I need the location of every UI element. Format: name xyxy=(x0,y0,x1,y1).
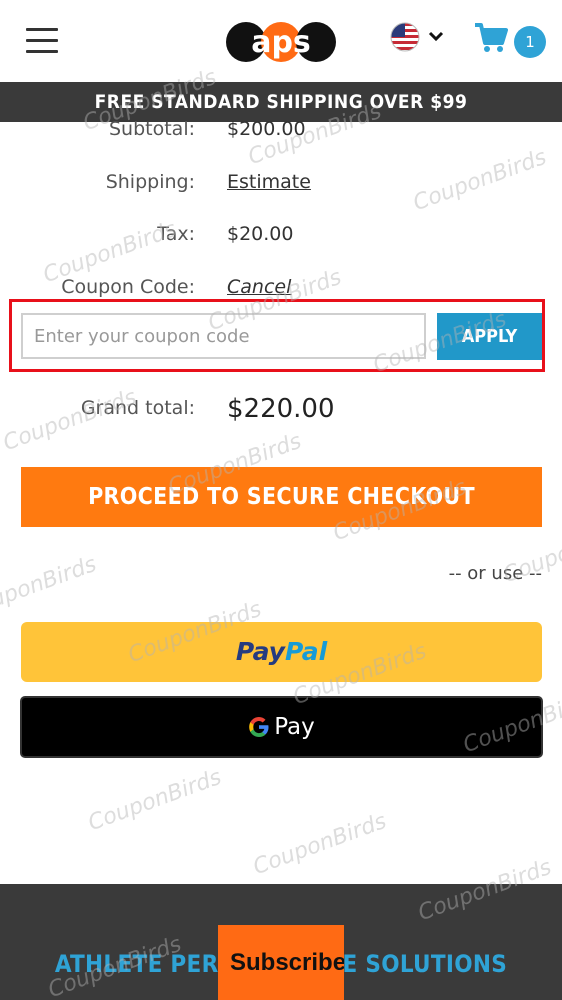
watermark-text: CouponBirds xyxy=(0,551,100,624)
google-pay-button[interactable]: Pay xyxy=(20,696,543,758)
grand-total-label: Grand total: xyxy=(80,397,195,419)
locale-selector[interactable] xyxy=(390,22,448,52)
grand-total-row: Grand total: $220.00 xyxy=(0,393,562,427)
cart-icon[interactable] xyxy=(474,22,508,54)
subtotal-label: Subtotal: xyxy=(108,118,195,140)
coupon-code-input[interactable] xyxy=(21,313,426,359)
subtotal-row: Subtotal: $200.00 xyxy=(0,114,562,144)
tax-label: Tax: xyxy=(157,223,195,245)
aps-logo[interactable]: aps xyxy=(226,18,336,66)
tax-row: Tax: $20.00 xyxy=(0,219,562,249)
subtotal-value: $200.00 xyxy=(227,118,306,140)
grand-total-value: $220.00 xyxy=(227,394,335,424)
header: aps 1 xyxy=(0,0,562,82)
google-g-icon xyxy=(249,717,269,737)
watermark-text: CouponBirds xyxy=(249,808,390,881)
coupon-cancel-link[interactable]: Cancel xyxy=(227,272,291,302)
apply-coupon-button[interactable]: APPLY xyxy=(437,313,542,360)
chevron-down-icon xyxy=(428,31,444,42)
google-pay-label: Pay xyxy=(274,714,315,740)
paypal-button[interactable]: PayPal xyxy=(21,622,542,682)
shipping-row: Shipping: Estimate xyxy=(0,167,562,197)
tax-value: $20.00 xyxy=(227,223,294,245)
shipping-label: Shipping: xyxy=(105,171,195,193)
cart-count-badge[interactable]: 1 xyxy=(514,26,546,58)
proceed-to-checkout-button[interactable]: PROCEED TO SECURE CHECKOUT xyxy=(21,467,542,527)
coupon-code-label: Coupon Code: xyxy=(61,276,195,298)
subscribe-button[interactable]: Subscribe xyxy=(218,925,344,1000)
us-flag-icon xyxy=(390,22,420,52)
paypal-logo-part1: Pay xyxy=(235,637,285,666)
coupon-row: Coupon Code: Cancel xyxy=(0,272,562,302)
logo-text: aps xyxy=(251,25,311,60)
or-use-divider: -- or use -- xyxy=(448,563,542,584)
estimate-shipping-link[interactable]: Estimate xyxy=(227,167,311,197)
watermark-text: CouponBirds xyxy=(84,764,225,837)
menu-icon[interactable] xyxy=(26,28,58,54)
paypal-logo-part2: Pal xyxy=(284,637,328,666)
